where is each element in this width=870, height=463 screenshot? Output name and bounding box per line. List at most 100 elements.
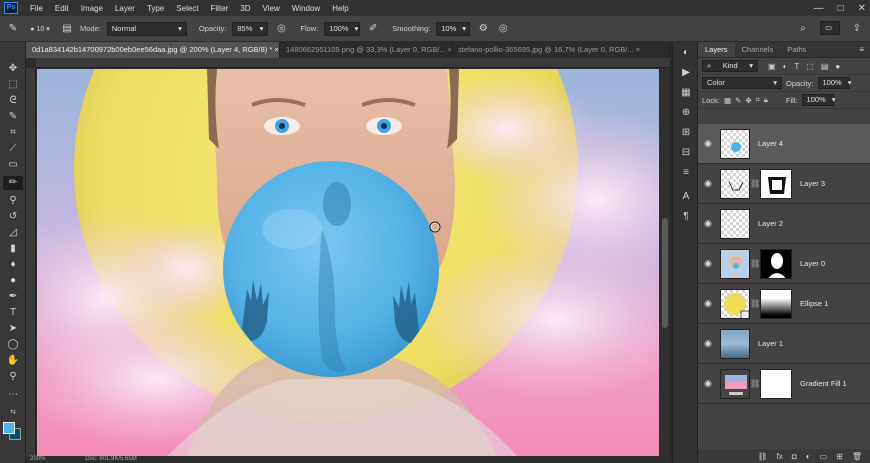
pixel-filter-icon[interactable]: ▣ — [768, 62, 776, 71]
filter-toggle-icon[interactable]: ● — [835, 62, 840, 71]
layer-row-layer-2[interactable]: ◉ Layer 2 — [698, 204, 870, 244]
link-icon[interactable]: ⛓ — [758, 452, 768, 461]
smart-object-filter-icon[interactable]: ▤ — [821, 62, 829, 71]
move-tool-icon[interactable]: ✥ — [3, 62, 23, 76]
menu-type[interactable]: Type — [141, 4, 170, 13]
share-icon[interactable]: ⇪ — [850, 23, 864, 34]
pressure-opacity-icon[interactable]: ◎ — [274, 23, 288, 34]
panel-menu-icon[interactable]: ≡ — [859, 42, 870, 57]
close-icon[interactable]: × — [636, 45, 640, 54]
marquee-tool-icon[interactable]: ⬚ — [3, 78, 23, 92]
fill-field[interactable]: 100% ▾ — [801, 94, 835, 106]
lock-pixels-icon[interactable]: ✎ — [735, 96, 741, 105]
tab-paths[interactable]: Paths — [780, 42, 813, 57]
scrollbar-thumb[interactable] — [662, 218, 668, 328]
visibility-eye-icon[interactable]: ◉ — [698, 178, 718, 189]
workspace-select[interactable]: ▭ — [820, 21, 840, 35]
canvas-area[interactable] — [26, 58, 670, 456]
opacity-field[interactable]: 85% ▾ — [232, 21, 269, 36]
zoom-tool-icon[interactable]: ⚲ — [3, 370, 23, 384]
lasso-tool-icon[interactable]: ᘓ — [3, 94, 23, 108]
layer-row-layer-1[interactable]: ◉ Layer 1 — [698, 324, 870, 364]
visibility-eye-icon[interactable]: ◉ — [698, 138, 718, 149]
pressure-size-icon[interactable]: ◎ — [496, 23, 510, 34]
close-icon[interactable]: × — [274, 45, 278, 54]
close-button[interactable]: ✕ — [858, 3, 866, 14]
path-selection-tool-icon[interactable]: ➤ — [3, 322, 23, 336]
layer-mask-thumbnail[interactable] — [760, 368, 792, 399]
adjustment-icon[interactable]: ◐ — [806, 452, 811, 461]
mask-icon[interactable]: ◘ — [792, 452, 797, 461]
menu-edit[interactable]: Edit — [49, 4, 75, 13]
menu-window[interactable]: Window — [286, 4, 326, 13]
adjustment-filter-icon[interactable]: ◐ — [783, 62, 788, 71]
more-tools-icon[interactable]: ⋯ — [3, 388, 23, 402]
layer-name[interactable]: Layer 1 — [758, 339, 783, 348]
blur-tool-icon[interactable]: ♦ — [3, 258, 23, 272]
visibility-eye-icon[interactable]: ◉ — [698, 378, 718, 389]
foreground-color-swatch[interactable] — [3, 422, 15, 434]
layer-name[interactable]: Layer 2 — [758, 219, 783, 228]
brush-tool-preset-icon[interactable]: ✎ — [6, 23, 20, 34]
restore-button[interactable]: □ — [838, 3, 844, 14]
hand-tool-icon[interactable]: ✋ — [3, 354, 23, 368]
layer-row-ellipse-1[interactable]: ◉ ⛓ Ellipse 1 — [698, 284, 870, 324]
minimize-button[interactable]: — — [814, 3, 824, 14]
dodge-tool-icon[interactable]: ● — [3, 274, 23, 288]
shape-filter-icon[interactable]: ⬚ — [806, 62, 814, 71]
brush-settings-panel-icon[interactable]: ⊟ — [678, 146, 694, 160]
zoom-level[interactable]: 200% — [30, 456, 45, 463]
layer-row-layer-3[interactable]: ◉ ⛓ Layer 3 — [698, 164, 870, 204]
layer-name[interactable]: Ellipse 1 — [800, 299, 828, 308]
flow-field[interactable]: 100% ▾ — [324, 21, 361, 36]
layer-opacity-field[interactable]: 100% ▾ — [817, 77, 851, 89]
pen-tool-icon[interactable]: ✒ — [3, 290, 23, 304]
menu-help[interactable]: Help — [326, 4, 354, 13]
folder-icon[interactable]: ▭ — [820, 452, 828, 461]
menu-view[interactable]: View — [257, 4, 286, 13]
mask-link-icon[interactable]: ⛓ — [750, 179, 760, 188]
type-tool-icon[interactable]: T — [3, 306, 23, 320]
libraries-panel-icon[interactable]: ▦ — [678, 86, 694, 100]
kind-filter-select[interactable]: ⌕ Kind ▾ — [702, 60, 758, 72]
history-panel-icon[interactable]: ≡ — [678, 166, 694, 180]
new-layer-icon[interactable]: ⊞ — [836, 452, 843, 461]
fx-icon[interactable]: fx — [777, 452, 783, 461]
character-panel-icon[interactable]: A — [678, 190, 694, 204]
paragraph-panel-icon[interactable]: ¶ — [678, 210, 694, 224]
visibility-eye-icon[interactable]: ◉ — [698, 258, 718, 269]
layer-name[interactable]: Gradient Fill 1 — [800, 379, 847, 388]
adjustments-panel-icon[interactable]: ⊕ — [678, 106, 694, 120]
menu-select[interactable]: Select — [170, 4, 204, 13]
layer-mask-thumbnail[interactable] — [760, 168, 792, 199]
menu-file[interactable]: File — [24, 4, 49, 13]
history-brush-tool-icon[interactable]: ↺ — [3, 210, 23, 224]
layer-name[interactable]: Layer 0 — [800, 259, 825, 268]
lock-all-icon[interactable]: 🔒︎ — [764, 95, 768, 105]
blend-mode-select[interactable]: Color ▾ — [702, 77, 782, 89]
gradient-tool-icon[interactable]: ▮ — [3, 242, 23, 256]
tab-channels[interactable]: Channels — [735, 42, 781, 57]
vertical-scrollbar[interactable] — [660, 68, 670, 456]
mask-link-icon[interactable]: ⛓ — [750, 379, 760, 388]
swap-colors-icon[interactable]: ⇆ — [3, 406, 23, 420]
trash-icon[interactable]: 🗑︎ — [852, 452, 862, 461]
tab-document-1[interactable]: 0d1a834142b14700972b00eb0ee56daa.jpg @ 2… — [26, 42, 280, 58]
color-panel-icon[interactable]: ◐ — [678, 46, 694, 60]
healing-brush-tool-icon[interactable]: ▭ — [3, 158, 23, 172]
eraser-tool-icon[interactable]: ◿ — [3, 226, 23, 240]
layer-name[interactable]: Layer 3 — [800, 179, 825, 188]
type-filter-icon[interactable]: T — [794, 62, 799, 71]
lock-transparent-icon[interactable]: ▦ — [724, 96, 731, 105]
layer-mask-thumbnail[interactable] — [760, 288, 792, 319]
quick-select-tool-icon[interactable]: ✎ — [3, 110, 23, 124]
swatches-panel-icon[interactable]: ▶ — [678, 66, 694, 80]
airbrush-icon[interactable]: ✐ — [366, 23, 380, 34]
brush-settings-icon[interactable]: ▤ — [60, 23, 74, 34]
visibility-eye-icon[interactable]: ◉ — [698, 298, 718, 309]
lock-artboard-icon[interactable]: ⌗ — [756, 95, 760, 105]
tab-layers[interactable]: Layers — [698, 42, 735, 57]
ellipse-tool-icon[interactable]: ◯ — [3, 338, 23, 352]
tab-document-2[interactable]: 1480662951109.png @ 33,3% (Layer 0, RGB/… — [280, 42, 452, 58]
crop-tool-icon[interactable]: ⌗ — [3, 126, 23, 140]
